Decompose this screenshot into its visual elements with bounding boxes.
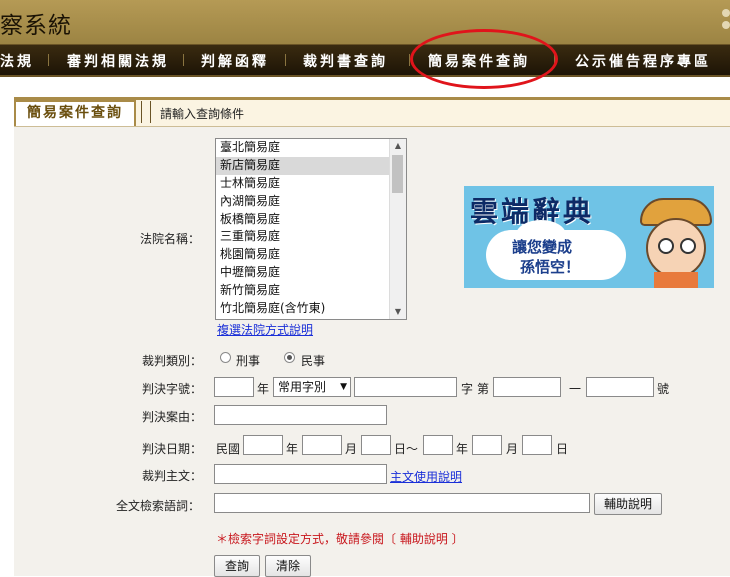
court-label: 法院名稱： xyxy=(140,232,201,246)
tab-row: 簡易案件查詢 請輸入查詢條件 xyxy=(14,100,730,127)
nav-item-trial-laws[interactable]: 審判相關法規 xyxy=(67,51,169,71)
header-decoration xyxy=(716,8,730,36)
ad-line-2: 孫悟空！ xyxy=(520,258,581,276)
court-option[interactable]: 臺北簡易庭 xyxy=(216,139,406,157)
cause-input[interactable] xyxy=(214,405,387,425)
date-era: 民國 xyxy=(216,442,241,456)
date-to-month-input[interactable] xyxy=(472,435,502,455)
nav-separator xyxy=(183,54,184,66)
case-word-label: 字 xyxy=(461,382,474,396)
character-face-icon xyxy=(646,218,706,278)
date-to-year-input[interactable] xyxy=(423,435,453,455)
main-text-help-link[interactable]: 主文使用說明 xyxy=(390,468,462,485)
nav-item-judgment-search[interactable]: 裁判書查詢 xyxy=(303,51,388,71)
date-from-month-input[interactable] xyxy=(302,435,342,455)
tab-divider xyxy=(141,101,151,123)
case-word-input[interactable] xyxy=(354,377,457,397)
date-to-year-label: 年 xyxy=(456,442,469,456)
radio-civil-label: 民事 xyxy=(301,354,326,368)
case-word-select-value: 常用字別 xyxy=(278,380,327,394)
court-option[interactable]: 士林簡易庭 xyxy=(216,175,406,193)
fulltext-help-button[interactable]: 輔助說明 xyxy=(594,493,662,515)
court-option[interactable]: 內湖簡易庭 xyxy=(216,193,406,211)
nav-item-public-notice[interactable]: 公示催告程序專區 xyxy=(575,51,711,71)
radio-criminal-label: 刑事 xyxy=(236,354,261,368)
date-to-day-label: 日 xyxy=(556,442,569,456)
nav-item-laws[interactable]: 法規 xyxy=(0,51,34,71)
case-number-suffix: 號 xyxy=(657,382,670,396)
cause-label: 判決案由： xyxy=(142,410,203,424)
category-label: 裁判類別： xyxy=(142,354,203,368)
search-tip-note: ＊檢索字詞設定方式，敬請參閱〔 輔助說明 〕 xyxy=(216,532,464,546)
fulltext-input[interactable] xyxy=(214,493,590,513)
scrollbar-thumb[interactable] xyxy=(392,155,403,193)
tab-hint: 請輸入查詢條件 xyxy=(160,107,245,121)
case-number-to-input[interactable] xyxy=(586,377,654,397)
scroll-up-icon[interactable]: ▲ xyxy=(390,139,406,153)
main-text-label: 裁判主文： xyxy=(142,469,203,483)
dictionary-ad-banner[interactable]: 雲端辭典 讓您變成 孫悟空！ xyxy=(464,186,714,288)
chevron-down-icon: ▼ xyxy=(340,382,347,392)
date-from-month-label: 月 xyxy=(345,442,358,456)
date-label: 判決日期： xyxy=(142,442,203,456)
date-from-day-input[interactable] xyxy=(361,435,391,455)
date-from-year-label: 年 xyxy=(286,442,299,456)
court-option[interactable]: 竹北簡易庭(含竹東) xyxy=(216,300,406,318)
radio-civil[interactable] xyxy=(284,352,295,363)
case-no-label: 判決字號： xyxy=(142,382,203,396)
case-word-select[interactable]: 常用字別 ▼ xyxy=(273,377,351,397)
case-year-suffix: 年 xyxy=(257,382,270,396)
case-year-input[interactable] xyxy=(214,377,254,397)
case-number-from-input[interactable] xyxy=(493,377,561,397)
character-eye-icon xyxy=(680,238,696,254)
clear-button[interactable]: 清除 xyxy=(265,555,311,577)
main-nav: 法規 審判相關法規 判解函釋 裁判書查詢 簡易案件查詢 公示催告程序專區 xyxy=(0,44,730,77)
date-to-day-input[interactable] xyxy=(522,435,552,455)
court-option[interactable]: 桃園簡易庭 xyxy=(216,246,406,264)
case-number-dash: 一 xyxy=(569,382,582,396)
listbox-scrollbar[interactable]: ▲ ▼ xyxy=(389,139,406,319)
tab-simple-case-search[interactable]: 簡易案件查詢 xyxy=(14,100,136,126)
nav-separator xyxy=(285,54,286,66)
nav-item-interpretations[interactable]: 判解函釋 xyxy=(201,51,269,71)
date-from-year-input[interactable] xyxy=(243,435,283,455)
court-option[interactable]: 中壢簡易庭 xyxy=(216,264,406,282)
ad-line-1: 讓您變成 xyxy=(512,238,573,256)
main-text-input[interactable] xyxy=(214,464,387,484)
court-option[interactable]: 三重簡易庭 xyxy=(216,228,406,246)
character-eye-icon xyxy=(658,238,674,254)
court-option[interactable]: 板橋簡易庭 xyxy=(216,211,406,229)
date-to-month-label: 月 xyxy=(506,442,519,456)
court-option[interactable]: 新竹簡易庭 xyxy=(216,282,406,300)
date-from-day-label: 日～ xyxy=(394,442,419,456)
search-button[interactable]: 查詢 xyxy=(214,555,260,577)
fulltext-label: 全文檢索語詞： xyxy=(116,499,201,513)
court-option-selected[interactable]: 新店簡易庭 xyxy=(216,156,406,175)
nav-separator xyxy=(48,54,49,66)
highlight-ellipse xyxy=(410,29,558,89)
radio-criminal[interactable] xyxy=(220,352,231,363)
site-header: 察系統 xyxy=(0,0,730,44)
character-body-icon xyxy=(654,272,698,288)
scroll-down-icon[interactable]: ▼ xyxy=(390,305,406,319)
site-title: 察系統 xyxy=(0,13,72,39)
court-listbox[interactable]: 臺北簡易庭 新店簡易庭 士林簡易庭 內湖簡易庭 板橋簡易庭 三重簡易庭 桃園簡易… xyxy=(215,138,407,320)
case-number-label: 第 xyxy=(477,382,490,396)
court-multiselect-help-link[interactable]: 複選法院方式說明 xyxy=(217,321,313,338)
